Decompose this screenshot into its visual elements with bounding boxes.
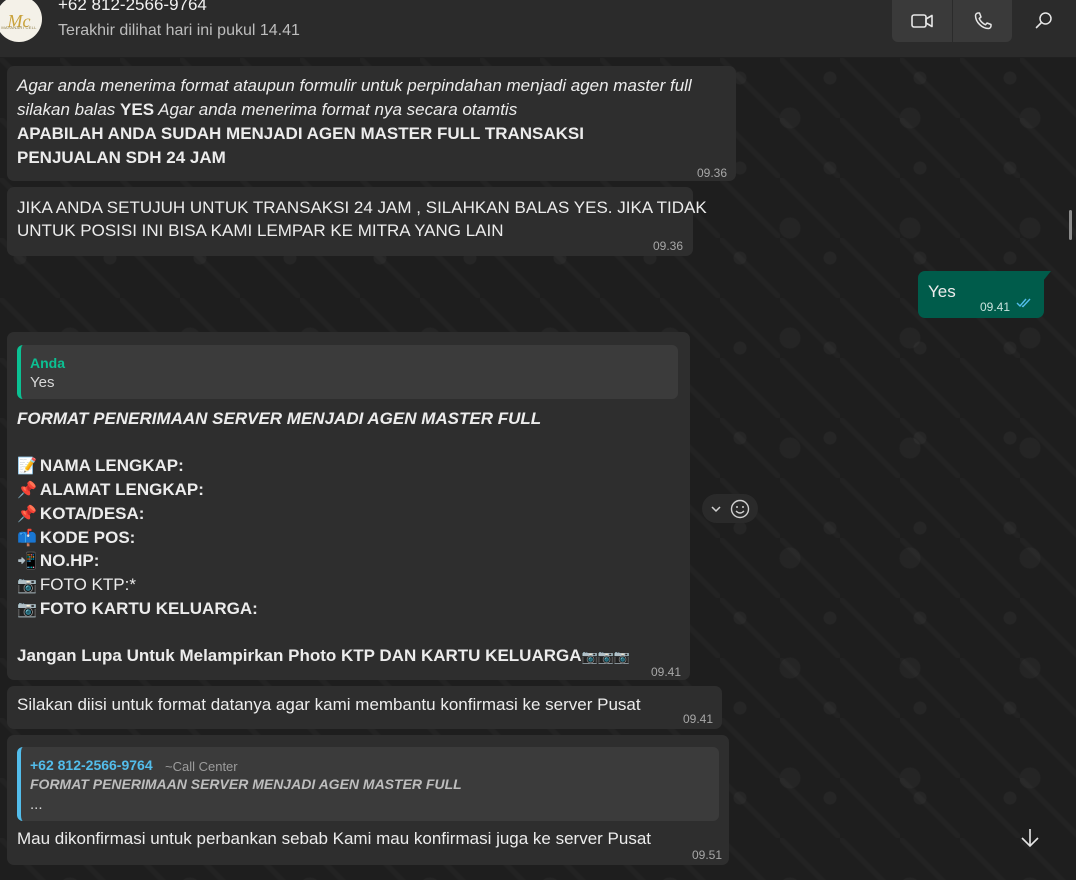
message-text: UNTUK POSISI INI BISA KAMI LEMPAR KE MIT… (17, 221, 504, 240)
message-text-part: silakan balas (17, 100, 121, 119)
contact-avatar[interactable]: Mc MAYANARI CELL (0, 0, 42, 42)
message-bubble-outgoing[interactable]: Yes 09.41 (918, 271, 1044, 318)
message-timestamp: 09.41 (683, 712, 714, 726)
camera-emoji-icon: 📷 (17, 599, 37, 618)
search-button[interactable] (1024, 0, 1064, 40)
message-timestamp: 09.41 (651, 665, 682, 679)
message-bubble-incoming[interactable]: Anda Yes FORMAT PENERIMAAN SERVER MENJAD… (7, 332, 690, 680)
format-field: 📫 KODE POS: (17, 526, 135, 550)
message-timestamp: 09.51 (692, 848, 723, 862)
message-text: JIKA ANDA SETUJUH UNTUK TRANSAKSI 24 JAM… (17, 198, 707, 217)
field-label: FOTO KTP:* (39, 575, 136, 594)
format-title: FORMAT PENERIMAAN SERVER MENJADI AGEN MA… (17, 409, 542, 428)
arrow-down-icon (1021, 829, 1039, 848)
message-text: PENJUALAN SDH 24 JAM (17, 148, 226, 167)
double-check-icon (1016, 298, 1031, 308)
bubble-tail (1043, 271, 1051, 281)
mailbox-emoji-icon: 📫 (17, 528, 37, 547)
camera-emoji-icon: 📷 (17, 575, 37, 594)
call-button-group (892, 0, 1012, 42)
mobile-phone-emoji-icon: 📲 (17, 551, 37, 570)
format-field: 📷 FOTO KTP:* (17, 573, 136, 597)
message-reaction-menu (702, 494, 758, 523)
field-label: KOTA/DESA: (39, 504, 145, 523)
chat-header: Mc MAYANARI CELL +62 812-2566-9764 Terak… (0, 0, 1076, 58)
message-text: Silakan diisi untuk format datanya agar … (17, 695, 641, 714)
format-field: 📲 NO.HP: (17, 549, 99, 573)
format-field: 📝 NAMA LENGKAP: (17, 454, 184, 478)
voice-call-button[interactable] (952, 0, 1012, 42)
message-text: Agar anda menerima format ataupun formul… (17, 76, 692, 95)
format-footer: Jangan Lupa Untuk Melampirkan Photo KTP … (17, 644, 633, 670)
message-timestamp: 09.41 (980, 300, 1011, 314)
message-timestamp: 09.36 (697, 166, 728, 180)
message-text: APABILAH ANDA SUDAH MENJADI AGEN MASTER … (17, 124, 584, 143)
message-bubble-incoming[interactable]: +62 812-2566-9764 ~Call Center FORMAT PE… (7, 735, 729, 865)
quoted-text: Yes (30, 374, 55, 391)
quoted-message[interactable]: +62 812-2566-9764 ~Call Center FORMAT PE… (17, 747, 719, 821)
video-camera-icon (911, 14, 933, 28)
message-bubble-incoming[interactable]: Silakan diisi untuk format datanya agar … (7, 686, 722, 729)
chat-scrollbar[interactable] (1069, 210, 1072, 240)
contact-name[interactable]: +62 812-2566-9764 (58, 0, 207, 15)
message-bubble-incoming[interactable]: JIKA ANDA SETUJUH UNTUK TRANSAKSI 24 JAM… (7, 187, 707, 256)
footer-text: Jangan Lupa Untuk Melampirkan Photo KTP … (17, 646, 582, 665)
pushpin-emoji-icon: 📌 (17, 504, 37, 523)
field-label: NAMA LENGKAP: (39, 456, 184, 475)
avatar-logo-subtext: MAYANARI CELL (1, 25, 37, 30)
message-bubble-incoming[interactable]: Agar anda menerima format ataupun formul… (7, 66, 736, 181)
field-label: KODE POS: (39, 528, 136, 547)
phone-icon (974, 12, 992, 30)
message-text: Mau dikonfirmasi untuk perbankan sebab K… (17, 829, 652, 848)
message-text-part: Agar anda menerima format nya secara ota… (154, 100, 518, 119)
quoted-text: FORMAT PENERIMAAN SERVER MENJADI AGEN MA… (30, 776, 462, 792)
smiley-icon[interactable] (730, 499, 750, 519)
search-icon (1035, 12, 1052, 29)
field-label: FOTO KARTU KELUARGA: (39, 599, 258, 618)
format-field: 📌 ALAMAT LENGKAP: (17, 478, 204, 502)
video-call-button[interactable] (892, 0, 952, 42)
format-field: 📌 KOTA/DESA: (17, 502, 144, 526)
field-label: ALAMAT LENGKAP: (39, 480, 204, 499)
message-text: Yes (928, 282, 956, 301)
pushpin-emoji-icon: 📌 (17, 480, 37, 499)
last-seen-status: Terakhir dilihat hari ini pukul 14.41 (58, 22, 300, 39)
camera-emoji-icon: 📷📷📷 (581, 650, 631, 665)
memo-emoji-icon: 📝 (17, 456, 37, 475)
message-timestamp: 09.36 (653, 239, 684, 253)
scroll-to-bottom-button[interactable] (1010, 818, 1050, 858)
chevron-down-icon[interactable] (710, 505, 722, 513)
message-text-bold: YES (120, 100, 155, 119)
quoted-text: ... (30, 796, 43, 813)
format-field: 📷 FOTO KARTU KELUARGA: (17, 597, 258, 621)
field-label: NO.HP: (39, 551, 100, 570)
quoted-message[interactable]: Anda Yes (17, 345, 678, 399)
message-text: silakan balas YES Agar anda menerima for… (17, 98, 517, 122)
